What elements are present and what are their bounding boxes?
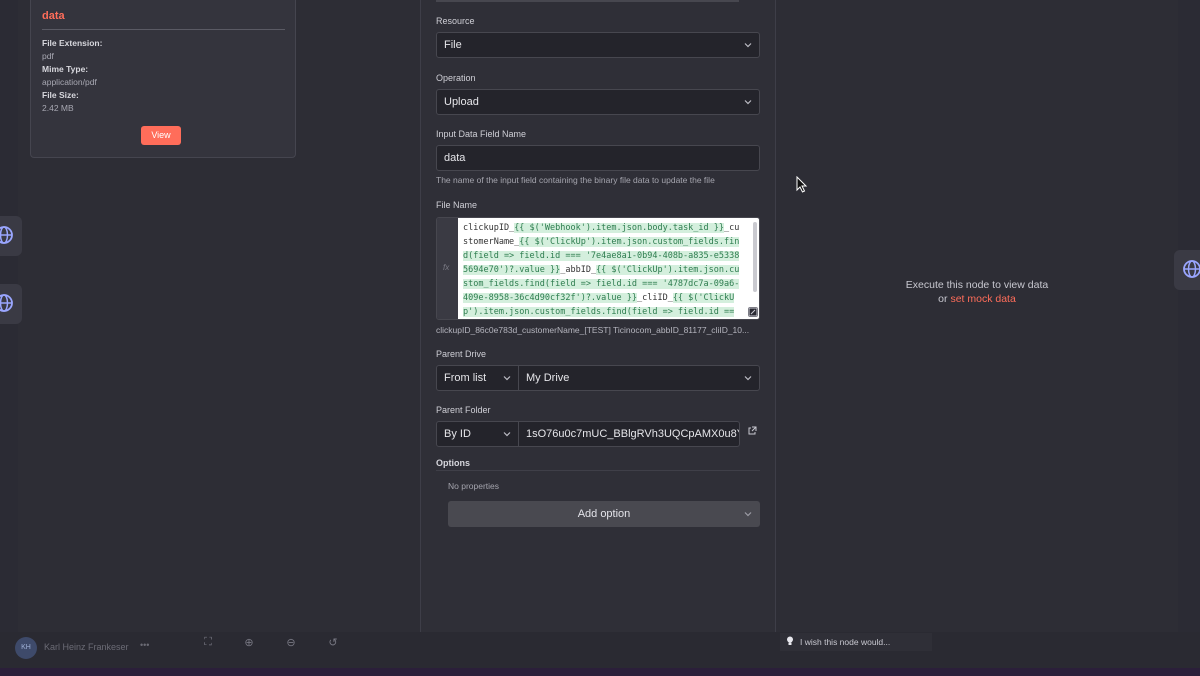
view-binary-button[interactable]: View [141,126,181,145]
chevron-down-icon [744,100,752,105]
chevron-down-icon [503,432,511,437]
operation-label: Operation [436,73,476,83]
or-text: or [938,293,951,305]
parent-folder-value: 1sO76u0c7mUC_BBlgRVh3UQCpAMX0u8Y- [526,428,740,440]
fx-icon: fx [443,263,450,272]
input-field-value: data [444,152,466,164]
add-option-label: Add option [577,508,631,520]
avatar[interactable]: KH [15,637,37,659]
credential-select-edge [436,0,739,2]
binary-metadata: File Extension: pdf Mime Type: applicati… [42,37,102,115]
undo-icon[interactable]: ↺ [326,636,340,650]
mouse-cursor-icon [796,176,808,193]
set-mock-data-link[interactable]: set mock data [950,293,1015,305]
file-name-preview: clickupID_86c0e783d_customerName_[TEST] … [436,325,750,335]
options-label: Options [436,458,470,468]
expand-editor-icon[interactable] [748,307,758,317]
parent-drive-mode-select[interactable]: From list [436,365,519,391]
operation-value: Upload [444,96,479,108]
chevron-down-icon [744,43,752,48]
file-size-label: File Size: [42,90,79,100]
expr-static-4: _cliID_ [637,293,673,303]
resource-value: File [444,39,462,51]
input-field-label: Input Data Field Name [436,129,527,139]
input-node-button-2[interactable] [0,284,22,324]
file-name-label: File Name [436,200,478,210]
chevron-down-icon [744,376,752,381]
divider [42,29,285,30]
binary-property-name: data [42,10,65,22]
feedback-text: I wish this node would... [800,637,891,647]
expression-indicator: fx [437,218,458,319]
add-option-button[interactable]: Add option [448,501,760,527]
chevron-down-icon [744,512,752,517]
parent-drive-value: My Drive [526,372,570,384]
divider [436,470,760,471]
parent-folder-mode-select[interactable]: By ID [436,421,519,447]
operation-select[interactable]: Upload [436,89,760,115]
mime-type-label: Mime Type: [42,64,89,74]
zoom-out-icon[interactable]: ⊖ [284,636,298,650]
parent-drive-label: Parent Drive [436,349,487,359]
binary-data-card: data File Extension: pdf Mime Type: appl… [30,0,296,158]
expression-scrollbar[interactable] [753,222,757,292]
user-menu-icon[interactable]: ••• [140,640,149,650]
output-empty-state: Execute this node to view data or set mo… [870,278,1084,306]
expression-text: clickupID_{{ $('Webhook').item.json.body… [461,221,743,319]
file-size-value: 2.42 MB [42,103,74,113]
parent-drive-mode-value: From list [444,372,487,384]
expr-resolved-1: {{ $('Webhook').item.json.body.task_id }… [514,223,725,233]
input-node-button-1[interactable] [0,216,22,256]
feedback-input[interactable]: I wish this node would... [780,633,932,651]
input-field-hint: The name of the input field containing t… [436,175,715,185]
globe-icon [0,294,13,312]
execute-node-text: Execute this node to view data [905,279,1049,291]
zoom-in-icon[interactable]: ⊕ [242,636,256,650]
resource-select[interactable]: File [436,32,760,58]
chevron-down-icon [503,376,511,381]
file-name-expression-editor[interactable]: fx clickupID_{{ $('Webhook').item.json.b… [436,217,760,320]
node-parameters-panel: Resource File Operation Upload Input Dat… [420,0,776,676]
file-extension-value: pdf [42,51,54,61]
globe-icon [0,226,13,244]
bottom-edge [0,668,1200,676]
lightbulb-icon [787,636,793,645]
expr-static-1: clickupID_ [463,223,515,233]
username: Karl Heinz Frankeser [44,642,129,652]
open-external-icon[interactable] [747,426,757,436]
parent-folder-id-input[interactable]: 1sO76u0c7mUC_BBlgRVh3UQCpAMX0u8Y- [518,421,740,447]
no-properties-text: No properties [448,481,500,491]
globe-icon [1183,260,1200,278]
resource-label: Resource [436,16,475,26]
mime-type-value: application/pdf [42,77,97,87]
expr-static-3: _abbID_ [560,265,597,275]
parent-drive-select[interactable]: My Drive [518,365,760,391]
parent-folder-label: Parent Folder [436,405,491,415]
expression-content[interactable]: clickupID_{{ $('Webhook').item.json.body… [458,218,759,319]
parent-folder-mode-value: By ID [444,428,471,440]
output-node-button[interactable] [1174,250,1200,290]
input-field-name-input[interactable]: data [436,145,760,171]
fit-view-icon[interactable]: ⛶ [201,636,215,650]
file-extension-label: File Extension: [42,38,103,48]
